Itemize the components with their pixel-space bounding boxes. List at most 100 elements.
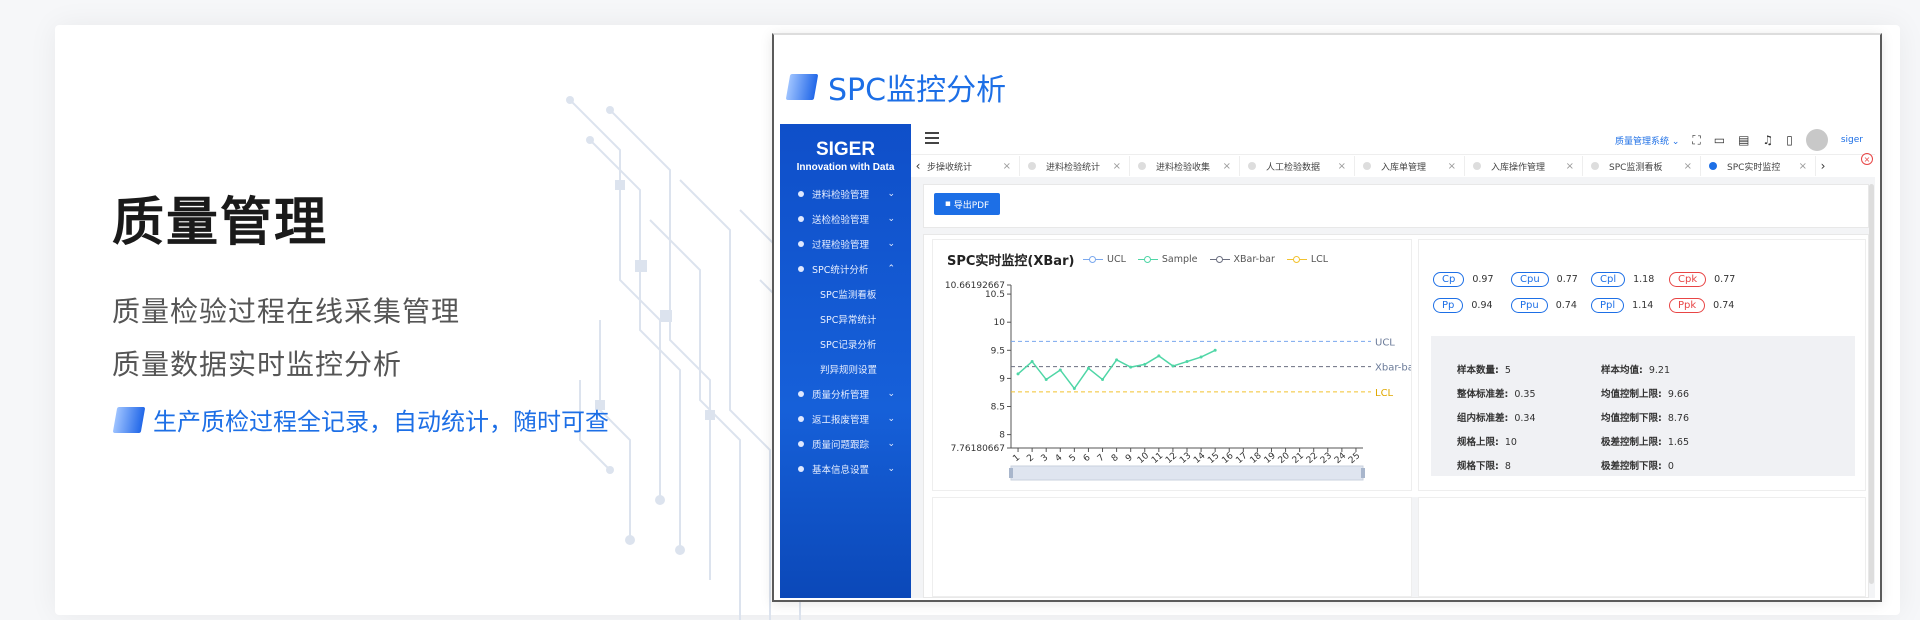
y-tick-label: 8 (999, 431, 1005, 441)
close-icon[interactable]: × (1448, 161, 1456, 172)
sidebar-subitem-spc-board[interactable]: SPC监测看板 (780, 281, 911, 306)
tab-inbound-order[interactable]: 入库单管理 × (1355, 156, 1465, 176)
menu-toggle-icon[interactable] (925, 132, 939, 144)
tab-spc-realtime[interactable]: SPC实时监控 × (1701, 156, 1816, 176)
close-icon[interactable]: × (1566, 161, 1574, 172)
x-tick-label: 6 (1082, 453, 1093, 465)
menu-dot-icon (798, 190, 804, 197)
main-area: 质量管理系统 ⌄ ⛶ ▭ ▤ ♫ ▯ siger ‹ 步操收统计 × 进料检验统计… (911, 124, 1875, 598)
tab-scroll-left-icon[interactable]: ‹ (911, 159, 925, 173)
sample-point (1185, 360, 1189, 364)
stat-range-ucl: 极差控制上限: 1.65 (1601, 434, 1689, 448)
close-icon[interactable]: × (1799, 161, 1807, 172)
x-tick-label: 3 (1040, 453, 1051, 464)
close-icon[interactable]: × (1223, 161, 1231, 172)
index-cpu: Cpu 0.77 (1511, 272, 1578, 287)
index-name: Pp (1433, 298, 1464, 313)
sidebar-subitem-spc-abnormal[interactable]: SPC异常统计 (780, 306, 911, 331)
sidebar-item-label: 基本信息设置 (812, 464, 870, 476)
sidebar-item-spc-analysis[interactable]: SPC统计分析 ⌃ (780, 256, 911, 281)
y-tick-label: 9.5 (991, 346, 1005, 356)
lower-panels (932, 497, 1866, 597)
stat-lsl: 规格下限: 8 (1457, 458, 1511, 472)
chevron-up-icon: ⌃ (887, 263, 895, 274)
stat-mean-lcl: 均值控制下限: 8.76 (1601, 410, 1689, 424)
stat-value: 9.66 (1667, 389, 1690, 400)
stat-key: 极差控制下限: (1601, 461, 1662, 472)
export-pdf-label: 导出PDF (953, 200, 990, 211)
close-icon[interactable]: × (1338, 161, 1346, 172)
bell-icon[interactable]: ♫ (1762, 133, 1773, 147)
xbar-chart: 10.6619266710.5109.598.587.761806671 2 3 4 5… (945, 281, 1411, 481)
tab-manual-inspection[interactable]: 人工检验数据 × (1240, 156, 1355, 176)
tab-step-stats[interactable]: 步操收统计 × (925, 156, 1020, 176)
monitor-icon[interactable]: ▭ (1714, 133, 1725, 147)
line-label-ucl: UCL (1375, 337, 1395, 348)
capability-row-1: Cp 0.97 Cpu 0.77 Cpl 1.18 Cpk 0.77 (1433, 272, 1735, 287)
sidebar-item-quality-analysis[interactable]: 质量分析管理 ⌄ (780, 381, 911, 406)
tab-scroll-right-icon[interactable]: › (1816, 159, 1830, 173)
tab-inbound-ops[interactable]: 入库操作管理 × (1465, 156, 1583, 176)
tab-dot-icon (1363, 162, 1371, 170)
chevron-down-icon: ⌄ (887, 413, 895, 424)
tab-label: 入库操作管理 (1491, 162, 1546, 173)
sample-point (1072, 387, 1076, 391)
screenshot-title-text: SPC监控分析 (828, 73, 1007, 108)
menu-dot-icon (798, 415, 804, 422)
sidebar-subitem-rules[interactable]: 判异规则设置 (780, 356, 911, 381)
index-name: Cpk (1669, 272, 1707, 287)
tab-label: 步操收统计 (927, 162, 973, 173)
tab-spc-board[interactable]: SPC监测看板 × (1583, 156, 1701, 176)
tab-incoming-collect[interactable]: 进料检验收集 × (1130, 156, 1240, 176)
chevron-down-icon: ⌄ (887, 388, 895, 399)
sidebar-item-delivery-inspection[interactable]: 送检检验管理 ⌄ (780, 206, 911, 231)
sidebar-item-issue-tracking[interactable]: 质量问题跟踪 ⌄ (780, 431, 911, 456)
phone-icon[interactable]: ▯ (1786, 133, 1793, 147)
index-name: Ppu (1511, 298, 1548, 313)
sample-point (1086, 366, 1090, 370)
tab-incoming-stats[interactable]: 进料检验统计 × (1020, 156, 1130, 176)
tab-dot-icon (1473, 162, 1481, 170)
statistics-box: 样本数量: 5 整体标准差: 0.35 组内标准差: 0.34 规格上限: 10… (1431, 336, 1855, 476)
export-pdf-button[interactable]: ▪ 导出PDF (934, 193, 1000, 215)
vertical-scrollbar[interactable] (1869, 184, 1874, 584)
system-switcher[interactable]: 质量管理系统 ⌄ (1615, 134, 1679, 147)
sidebar-item-rework[interactable]: 返工报废管理 ⌄ (780, 406, 911, 431)
content-panel: SPC实时监控(XBar) UCL Sample XBar-bar LCL 10… (923, 234, 1869, 598)
sidebar-subitem-spc-records[interactable]: SPC记录分析 (780, 331, 911, 356)
sidebar-item-label: 质量分析管理 (812, 389, 870, 401)
close-all-tabs-icon[interactable]: × (1861, 153, 1873, 165)
menu-dot-icon (798, 240, 804, 247)
blue-bar-icon (112, 406, 146, 433)
app-screenshot: SPC监控分析 SIGER Innovation with Data 进料检验管… (772, 33, 1882, 602)
sample-point (1115, 358, 1119, 362)
document-icon[interactable]: ▤ (1738, 133, 1749, 147)
feature-highlight: 生产质检过程全记录，自动统计，随时可查 (112, 402, 609, 437)
stat-value: 9.21 (1648, 365, 1671, 376)
sidebar-item-incoming-inspection[interactable]: 进料检验管理 ⌄ (780, 181, 911, 206)
x-tick-label: 25 (1347, 451, 1362, 466)
close-icon[interactable]: × (1003, 161, 1011, 172)
stat-key: 规格下限: (1457, 461, 1499, 472)
sidebar-item-process-inspection[interactable]: 过程检验管理 ⌄ (780, 231, 911, 256)
stat-key: 极差控制上限: (1601, 437, 1662, 448)
close-icon[interactable]: × (1113, 161, 1121, 172)
index-value: 0.97 (1472, 274, 1494, 285)
sample-point (1058, 368, 1062, 372)
sidebar-item-label: 过程检验管理 (812, 239, 870, 251)
menu-dot-icon (798, 465, 804, 472)
close-icon[interactable]: × (1684, 161, 1692, 172)
y-tick-label: 9 (999, 374, 1005, 384)
lower-right-panel (1418, 497, 1866, 597)
sidebar-item-basic-settings[interactable]: 基本信息设置 ⌄ (780, 456, 911, 481)
avatar[interactable] (1805, 129, 1828, 151)
fullscreen-icon[interactable]: ⛶ (1692, 133, 1700, 148)
tab-dot-icon (1248, 162, 1256, 170)
sidebar-item-label: SPC统计分析 (812, 264, 869, 276)
menu-dot-icon (798, 390, 804, 397)
lower-left-panel (932, 497, 1412, 597)
x-tick-label: 5 (1068, 453, 1079, 464)
index-cp: Cp 0.97 (1433, 272, 1497, 287)
user-name[interactable]: siger (1841, 135, 1863, 145)
index-name: Cpl (1591, 272, 1626, 287)
